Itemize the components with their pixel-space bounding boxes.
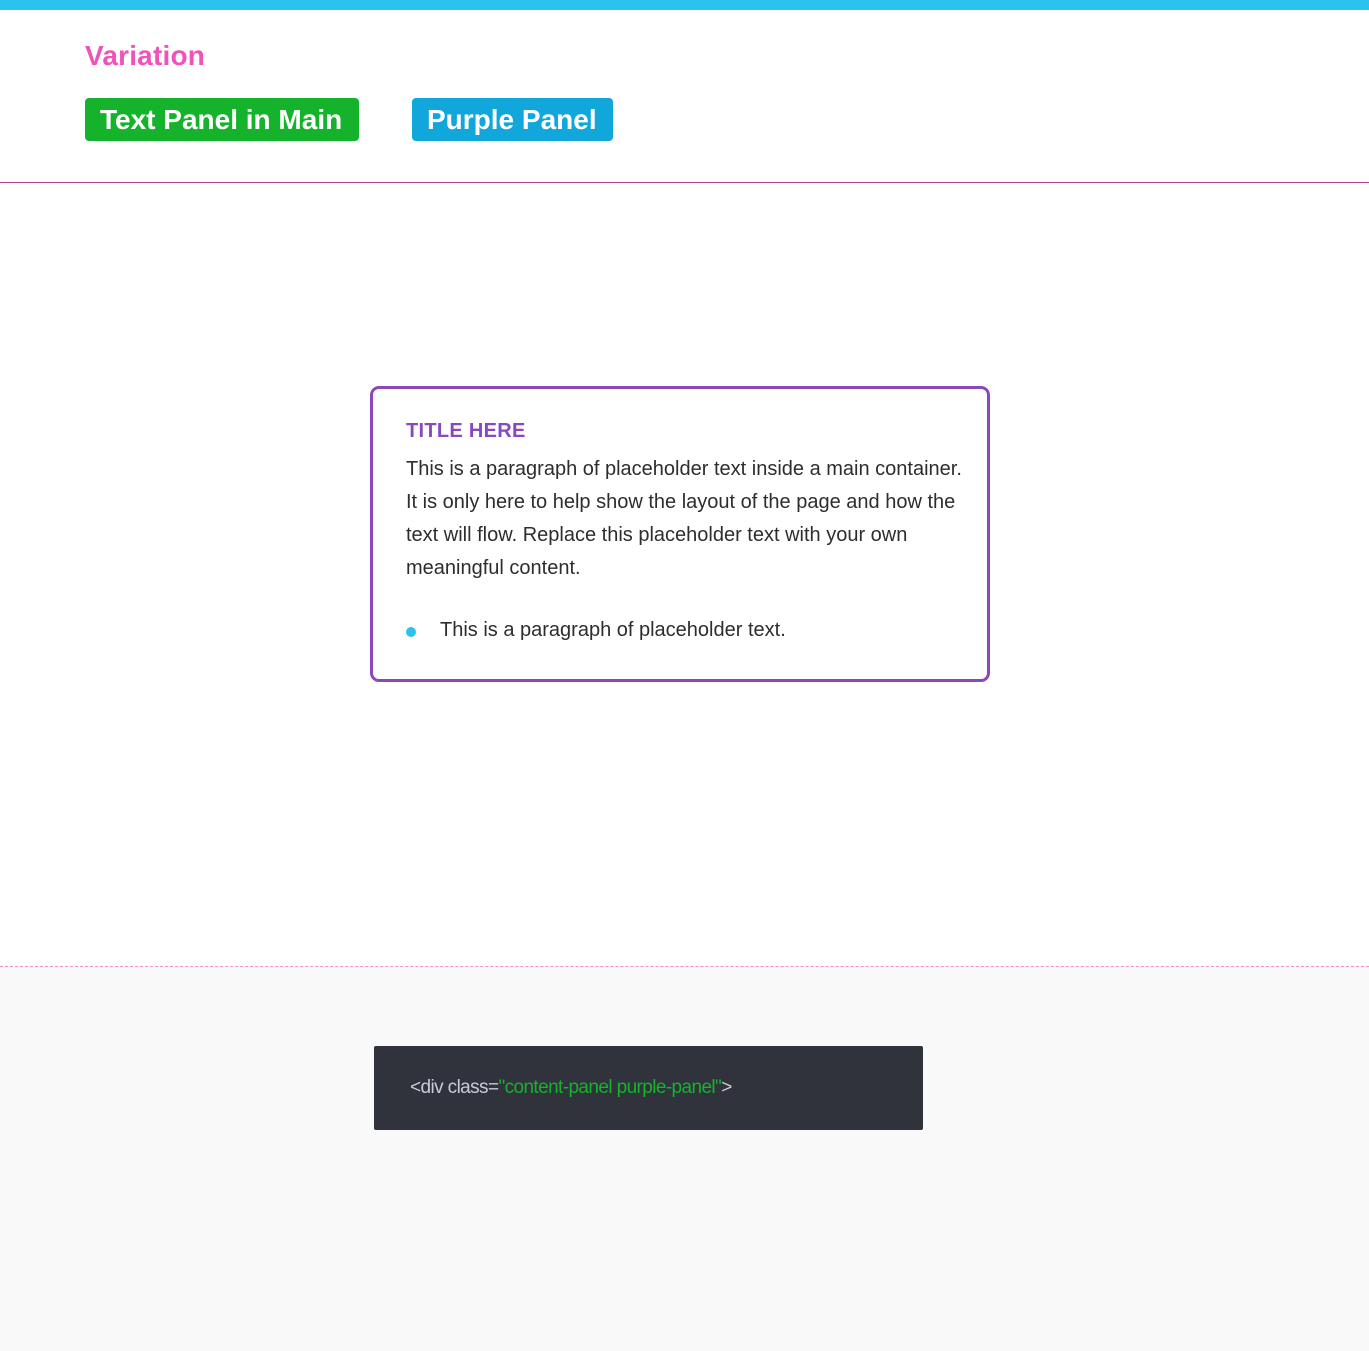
code-class-string: "content-panel purple-panel": [498, 1077, 722, 1098]
code-snippet: <div class="content-panel purple-panel">: [374, 1046, 923, 1130]
code-tag-close: >: [721, 1077, 732, 1098]
list-item-text: This is a paragraph of placeholder text.: [440, 619, 786, 641]
panel-bullet-list: This is a paragraph of placeholder text.: [406, 615, 954, 645]
panel-paragraph: This is a paragraph of placeholder text …: [406, 458, 962, 579]
tag-purple-panel: Purple Panel: [412, 98, 613, 141]
page: Variation Text Panel in Main Purple Pane…: [0, 0, 1369, 1351]
list-item: This is a paragraph of placeholder text.: [406, 615, 954, 645]
panel-title: TITLE HERE: [406, 420, 526, 442]
bullet-dot-icon: [406, 627, 416, 637]
code-tag-open: <div class=: [410, 1077, 499, 1098]
tag-text-panel-in-main: Text Panel in Main: [85, 98, 359, 141]
code-example-area: [0, 967, 1369, 1351]
purple-content-panel: TITLE HERE This is a paragraph of placeh…: [370, 386, 990, 682]
top-accent-bar: [0, 0, 1369, 10]
header-divider: [0, 182, 1369, 183]
variation-label: Variation: [85, 40, 206, 71]
